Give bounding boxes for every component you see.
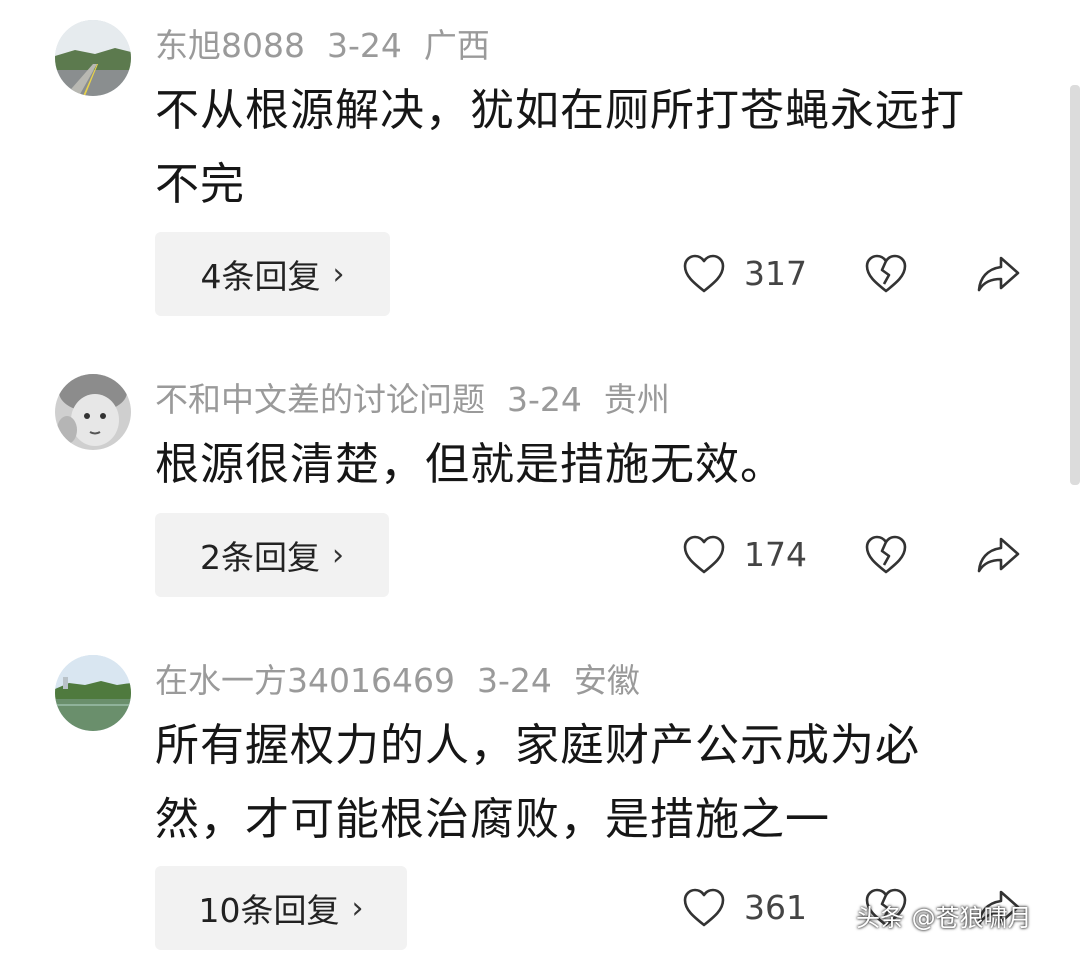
comment-date: 3-24: [507, 380, 582, 419]
comment-meta: 在水一方34016469 3-24 安徽: [155, 659, 662, 703]
view-replies-button[interactable]: 4条回复 ›: [155, 232, 390, 316]
replies-label: 2条回复: [200, 538, 320, 577]
comment-meta: 不和中文差的讨论问题 3-24 贵州: [155, 378, 692, 422]
comment-actions: 174: [680, 531, 1040, 591]
username[interactable]: 不和中文差的讨论问题: [155, 380, 485, 419]
comment-text: 根源很清楚，但就是措施无效。: [155, 439, 785, 490]
like-count: 361: [744, 888, 807, 927]
heart-outline-icon[interactable]: [680, 250, 728, 298]
comment-actions: 317: [680, 250, 1040, 310]
comment-date: 3-24: [476, 661, 552, 700]
replies-label: 4条回复: [200, 257, 321, 296]
comment-location: 贵州: [603, 380, 670, 419]
heart-outline-icon[interactable]: [680, 531, 728, 579]
username[interactable]: 在水一方34016469: [155, 661, 455, 700]
like-count: 174: [744, 535, 807, 574]
like-count: 317: [744, 254, 807, 293]
share-arrow-icon[interactable]: [974, 250, 1022, 298]
avatar[interactable]: [55, 655, 131, 731]
view-replies-button[interactable]: 2条回复 ›: [155, 513, 389, 597]
watermark: 头条 @苍狼啸月: [856, 904, 1032, 932]
heart-outline-icon[interactable]: [680, 884, 728, 932]
comment-date: 3-24: [326, 26, 402, 65]
share-arrow-icon[interactable]: [974, 531, 1022, 579]
avatar[interactable]: [55, 20, 131, 96]
comment-text: 不从根源解决，犹如在厕所打苍蝇永远打不完: [155, 85, 965, 210]
chevron-right-icon: ›: [332, 256, 345, 292]
comment-meta: 东旭8088 3-24 广西: [155, 24, 512, 68]
broken-heart-icon[interactable]: [862, 250, 910, 298]
scrollbar[interactable]: [1070, 85, 1080, 485]
comment-location: 广西: [423, 26, 490, 65]
comment-location: 安徽: [573, 661, 640, 700]
username[interactable]: 东旭8088: [155, 26, 305, 65]
replies-label: 10条回复: [198, 891, 340, 930]
comment-text: 所有握权力的人，家庭财产公示成为必然，才可能根治腐败，是措施之一: [155, 720, 920, 845]
avatar[interactable]: [55, 374, 131, 450]
chevron-right-icon: ›: [351, 890, 364, 926]
chevron-right-icon: ›: [332, 537, 344, 573]
view-replies-button[interactable]: 10条回复 ›: [155, 866, 407, 950]
broken-heart-icon[interactable]: [862, 531, 910, 579]
